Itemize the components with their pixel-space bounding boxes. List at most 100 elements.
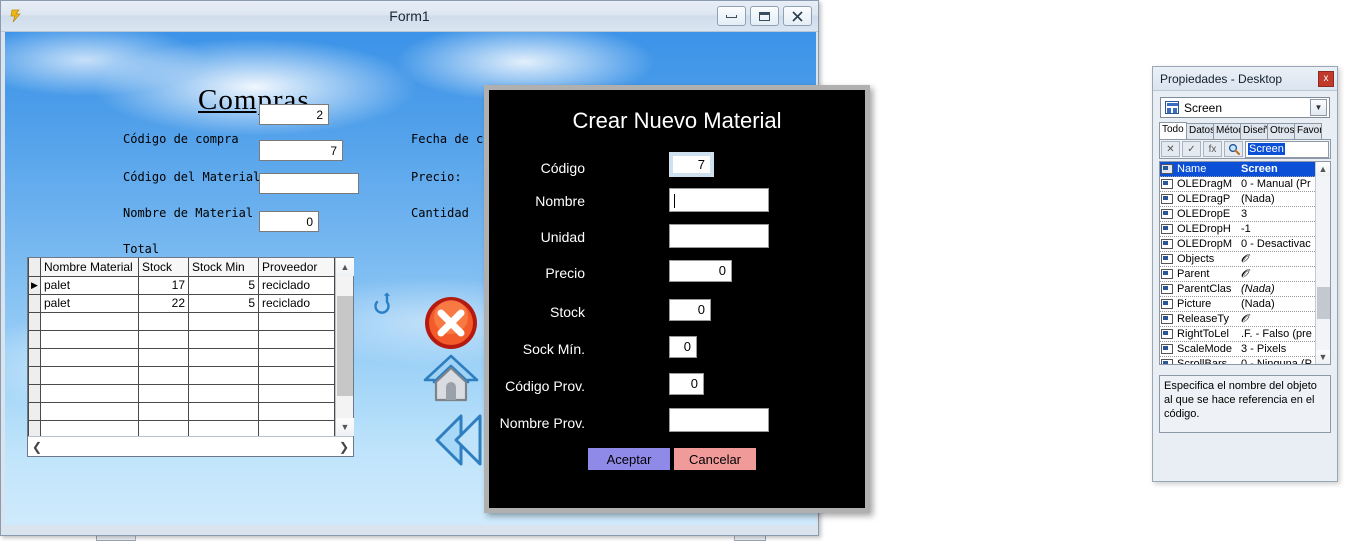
cell-empty[interactable]: [40, 347, 139, 367]
grid-vertical-scrollbar[interactable]: ▲ ▼: [335, 258, 354, 436]
cell-empty[interactable]: [188, 419, 259, 436]
input-nombre-prov[interactable]: [669, 408, 769, 432]
table-row[interactable]: palet 22 5 reciclado: [28, 293, 335, 313]
cell-stock[interactable]: 22: [138, 293, 189, 313]
cell-empty[interactable]: [138, 347, 189, 367]
accept-edit-icon[interactable]: ✓: [1182, 141, 1201, 157]
list-item[interactable]: Picture (Nada): [1160, 297, 1315, 312]
aceptar-button[interactable]: Aceptar: [588, 448, 670, 470]
input-codigo-material[interactable]: 7: [259, 140, 343, 161]
table-row[interactable]: [28, 365, 335, 385]
object-selector-combo[interactable]: Screen ▼: [1160, 97, 1330, 118]
cell-stock[interactable]: 17: [138, 275, 189, 295]
table-row[interactable]: [28, 401, 335, 421]
title-bar[interactable]: Form1: [1, 1, 818, 32]
list-item[interactable]: OLEDropM 0 - Desactivac: [1160, 237, 1315, 252]
cell-empty[interactable]: [188, 329, 259, 349]
cell-empty[interactable]: [40, 383, 139, 403]
cell-stock-min[interactable]: 5: [188, 275, 259, 295]
list-item[interactable]: ParentClas (Nada): [1160, 282, 1315, 297]
cell-stock-min[interactable]: 5: [188, 293, 259, 313]
grid-vertical-scroll-thumb[interactable]: [337, 296, 353, 396]
table-row[interactable]: ▶ palet 17 5 reciclado: [28, 275, 335, 295]
refresh-icon[interactable]: [369, 290, 393, 314]
scroll-right-icon[interactable]: ❯: [339, 440, 349, 454]
cell-nombre-material[interactable]: palet: [40, 275, 139, 295]
table-row[interactable]: [28, 419, 335, 436]
tab-diseno[interactable]: Diseñ: [1240, 123, 1268, 139]
function-builder-icon[interactable]: fx: [1203, 141, 1222, 157]
restore-button[interactable]: [750, 6, 779, 26]
cell-empty[interactable]: [258, 419, 335, 436]
properties-title-bar[interactable]: Propiedades - Desktop x: [1153, 67, 1337, 91]
input-nombre-material[interactable]: [259, 173, 359, 194]
input-codigo-compra[interactable]: 2: [259, 104, 329, 125]
input-codigo-prov[interactable]: 0: [669, 373, 704, 395]
input-stock-min[interactable]: 0: [669, 336, 697, 358]
list-item[interactable]: Parent 𝓞: [1160, 267, 1315, 282]
tab-otros[interactable]: Otros: [1267, 123, 1295, 139]
cell-empty[interactable]: [40, 419, 139, 436]
cancelar-button[interactable]: Cancelar: [674, 448, 756, 470]
zoom-icon[interactable]: [1224, 141, 1243, 157]
cell-empty[interactable]: [188, 347, 259, 367]
chevron-down-icon[interactable]: ▼: [1310, 99, 1327, 116]
cell-empty[interactable]: [188, 383, 259, 403]
properties-scroll-thumb[interactable]: [1317, 287, 1330, 319]
tab-datos[interactable]: Datos: [1186, 123, 1214, 139]
input-stock[interactable]: 0: [669, 299, 711, 321]
list-item[interactable]: ReleaseTy 𝓞: [1160, 312, 1315, 327]
table-row[interactable]: [28, 383, 335, 403]
cell-empty[interactable]: [258, 365, 335, 385]
cell-empty[interactable]: [188, 365, 259, 385]
minimize-button[interactable]: [717, 6, 746, 26]
scroll-up-icon[interactable]: ▲: [336, 258, 354, 276]
cell-empty[interactable]: [258, 401, 335, 421]
properties-list-scrollbar[interactable]: ▲ ▼: [1315, 162, 1330, 364]
cell-proveedor[interactable]: reciclado: [258, 293, 335, 313]
cell-empty[interactable]: [258, 329, 335, 349]
grid-col-stock-min[interactable]: Stock Min: [188, 258, 259, 277]
list-item[interactable]: ScaleMode 3 - Pixels: [1160, 342, 1315, 357]
grid-col-proveedor[interactable]: Proveedor: [258, 258, 335, 277]
list-item[interactable]: OLEDropH -1: [1160, 222, 1315, 237]
scroll-up-icon[interactable]: ▲: [1316, 162, 1330, 176]
list-item[interactable]: RightToLel .F. - Falso (pre: [1160, 327, 1315, 342]
list-item[interactable]: Name Screen: [1160, 162, 1315, 177]
cell-empty[interactable]: [138, 311, 189, 331]
cell-empty[interactable]: [138, 365, 189, 385]
cell-empty[interactable]: [138, 419, 189, 436]
close-icon[interactable]: x: [1318, 70, 1334, 87]
scroll-left-icon[interactable]: ❮: [32, 440, 42, 454]
property-value-editor[interactable]: Screen: [1245, 140, 1329, 158]
list-item[interactable]: OLEDropE 3: [1160, 207, 1315, 222]
cell-proveedor[interactable]: reciclado: [258, 275, 335, 295]
cell-empty[interactable]: [138, 329, 189, 349]
tab-metodos[interactable]: Métod: [1213, 123, 1241, 139]
cell-empty[interactable]: [188, 401, 259, 421]
input-precio[interactable]: 0: [669, 260, 732, 282]
input-unidad[interactable]: [669, 224, 769, 248]
list-item[interactable]: OLEDragM 0 - Manual (Pr: [1160, 177, 1315, 192]
grid-col-stock[interactable]: Stock: [138, 258, 189, 277]
cell-nombre-material[interactable]: palet: [40, 293, 139, 313]
cell-empty[interactable]: [40, 365, 139, 385]
cell-empty[interactable]: [258, 347, 335, 367]
input-codigo[interactable]: 7: [669, 152, 714, 177]
cell-empty[interactable]: [40, 329, 139, 349]
cell-empty[interactable]: [138, 401, 189, 421]
tab-favoritos[interactable]: Favor: [1294, 123, 1322, 139]
cell-empty[interactable]: [138, 383, 189, 403]
input-total[interactable]: 0: [259, 211, 319, 232]
cell-empty[interactable]: [258, 311, 335, 331]
grid-horizontal-scrollbar[interactable]: ❮ ❯: [28, 436, 353, 456]
cancel-edit-icon[interactable]: ✕: [1161, 141, 1180, 157]
scroll-down-icon[interactable]: ▼: [336, 418, 354, 436]
table-row[interactable]: [28, 311, 335, 331]
scroll-down-icon[interactable]: ▼: [1316, 350, 1330, 364]
close-button[interactable]: [783, 6, 812, 26]
list-item[interactable]: ScrollBars 0 - Ninguna (P: [1160, 357, 1315, 364]
table-row[interactable]: [28, 347, 335, 367]
input-nombre[interactable]: [669, 188, 769, 212]
cell-empty[interactable]: [188, 311, 259, 331]
